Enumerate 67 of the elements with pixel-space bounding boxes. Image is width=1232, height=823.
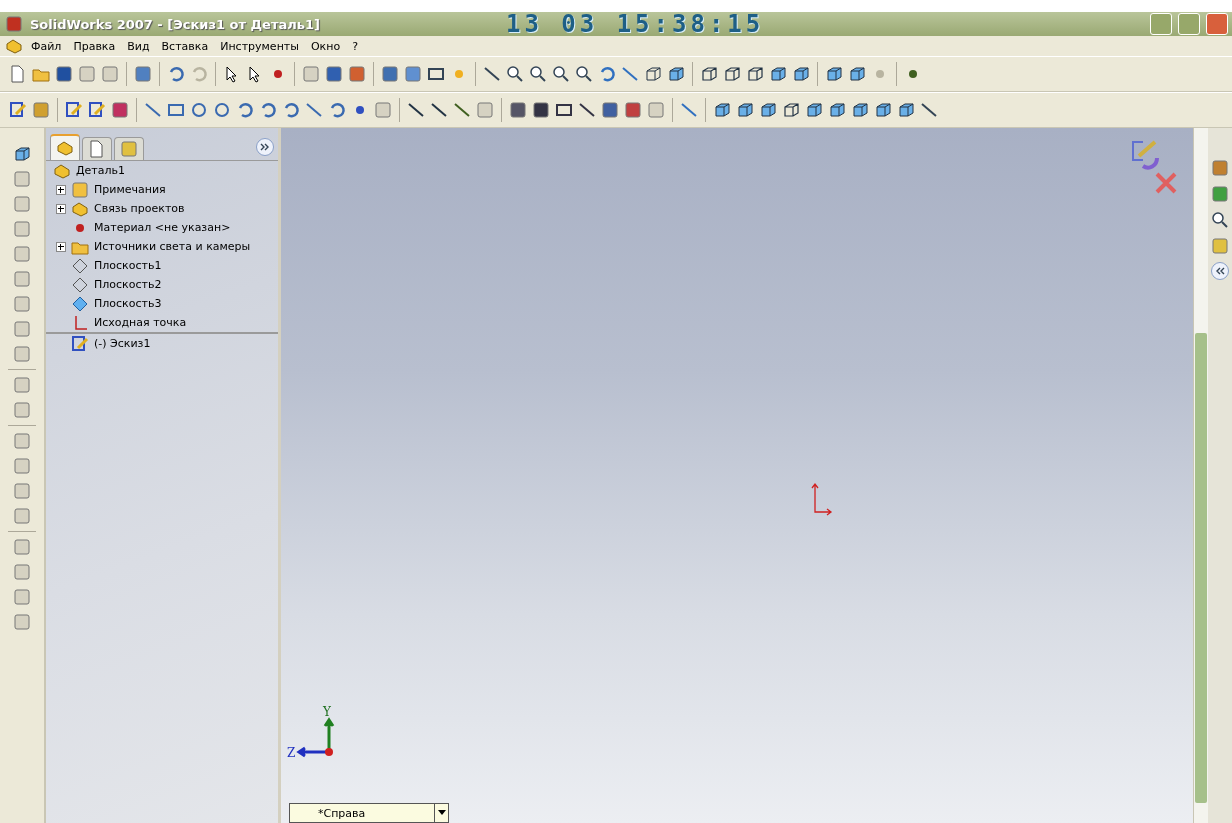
sketch-icon[interactable] (70, 333, 90, 354)
tree-item[interactable]: Плоскость1 (94, 259, 162, 272)
panel-tab[interactable] (82, 137, 112, 160)
origin-marker-icon (809, 482, 833, 516)
line-icon[interactable] (406, 100, 426, 120)
tree-item[interactable]: Деталь1 (76, 164, 126, 177)
expand-toggle[interactable] (56, 241, 66, 252)
dropdown-caret[interactable] (434, 804, 448, 822)
wireframe-cube-icon[interactable] (699, 64, 719, 84)
vertical-scrollbar[interactable] (1193, 128, 1208, 823)
menu-item[interactable]: Правка (68, 39, 121, 53)
double-chevron-icon (260, 142, 270, 152)
tree-item[interactable]: Плоскость2 (94, 278, 162, 291)
close-button[interactable] (1206, 13, 1228, 35)
cube-icon[interactable] (666, 64, 686, 84)
cube-icon[interactable] (758, 100, 778, 120)
tree-item[interactable]: Исходная точка (94, 316, 187, 329)
tree-item[interactable]: Связь проектов (94, 202, 185, 215)
wireframe-cube-icon[interactable] (745, 64, 765, 84)
cube-icon[interactable] (643, 64, 663, 84)
sketch-icon[interactable] (8, 100, 28, 120)
double-chevron-icon (1215, 266, 1225, 276)
collapse-button[interactable] (1211, 262, 1229, 280)
circle-icon[interactable] (212, 100, 232, 120)
zoom-icon[interactable] (505, 64, 525, 84)
cube-icon[interactable] (781, 100, 801, 120)
menu-item[interactable]: Файл (26, 39, 67, 53)
expand-toggle[interactable] (56, 184, 66, 195)
axis-triad-drawing: Y Z (285, 700, 345, 770)
expand-button[interactable] (256, 138, 274, 156)
sketch-icon[interactable] (64, 100, 84, 120)
wireframe-cube-icon[interactable] (722, 64, 742, 84)
window-title: SolidWorks 2007 - [Эскиз1 от Деталь1] (30, 16, 320, 32)
cube-icon[interactable] (804, 100, 824, 120)
zoom-icon[interactable] (528, 64, 548, 84)
line-icon[interactable] (429, 100, 449, 120)
tree-item[interactable]: Плоскость3 (94, 297, 162, 310)
cube-icon[interactable] (873, 100, 893, 120)
tree-item[interactable]: Материал <не указан> (94, 221, 231, 234)
menu-item[interactable]: Вид (122, 39, 155, 53)
tree-item[interactable]: Источники света и камеры (94, 240, 251, 253)
zoom-icon[interactable] (551, 64, 571, 84)
menu-item[interactable]: Инструменты (215, 39, 304, 53)
clock-overlay: 13 03 15:38:15 (505, 10, 765, 38)
expand-toggle[interactable] (56, 203, 66, 214)
cube-icon[interactable] (712, 100, 732, 120)
sketch-icon[interactable] (87, 100, 107, 120)
menu-item[interactable]: Вставка (156, 39, 214, 53)
maximize-button[interactable] (1178, 13, 1200, 35)
menu-item[interactable]: Окно (305, 39, 346, 53)
cube-icon[interactable] (896, 100, 916, 120)
cube-icon[interactable] (824, 64, 844, 84)
minimize-button[interactable] (1150, 13, 1172, 35)
view-selector[interactable]: *Справа (289, 803, 449, 823)
circle-icon[interactable] (189, 100, 209, 120)
cube-icon[interactable] (735, 100, 755, 120)
cube-icon[interactable] (847, 64, 867, 84)
shaded-cube-icon[interactable] (791, 64, 811, 84)
shaded-cube-icon[interactable] (768, 64, 788, 84)
panel-tab[interactable] (50, 134, 80, 160)
tree-item[interactable]: Примечания (94, 183, 166, 196)
menu-item[interactable]: ? (347, 39, 363, 53)
tree-item[interactable]: (-) Эскиз1 (94, 337, 151, 350)
cube-icon[interactable] (827, 100, 847, 120)
zoom-icon[interactable] (574, 64, 594, 84)
search-icon[interactable] (1210, 210, 1230, 230)
cube-icon[interactable] (850, 100, 870, 120)
